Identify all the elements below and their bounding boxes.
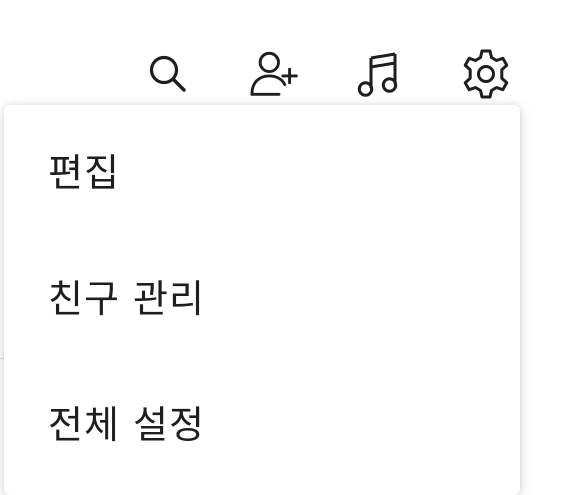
music-icon xyxy=(357,52,398,97)
settings-button[interactable] xyxy=(458,46,514,102)
menu-item-all-settings[interactable]: 전체 설정 xyxy=(4,359,520,483)
top-toolbar xyxy=(0,0,561,105)
dropdown-menu: 편집 친구 관리 전체 설정 xyxy=(4,105,520,495)
menu-item-manage-friends[interactable]: 친구 관리 xyxy=(4,233,520,357)
add-friend-button[interactable] xyxy=(250,46,306,102)
add-friend-icon xyxy=(250,51,298,96)
gear-icon xyxy=(463,49,509,99)
search-icon xyxy=(149,55,186,92)
menu-item-edit[interactable]: 편집 xyxy=(4,107,520,231)
music-button[interactable] xyxy=(353,46,409,102)
search-button[interactable] xyxy=(140,46,196,102)
